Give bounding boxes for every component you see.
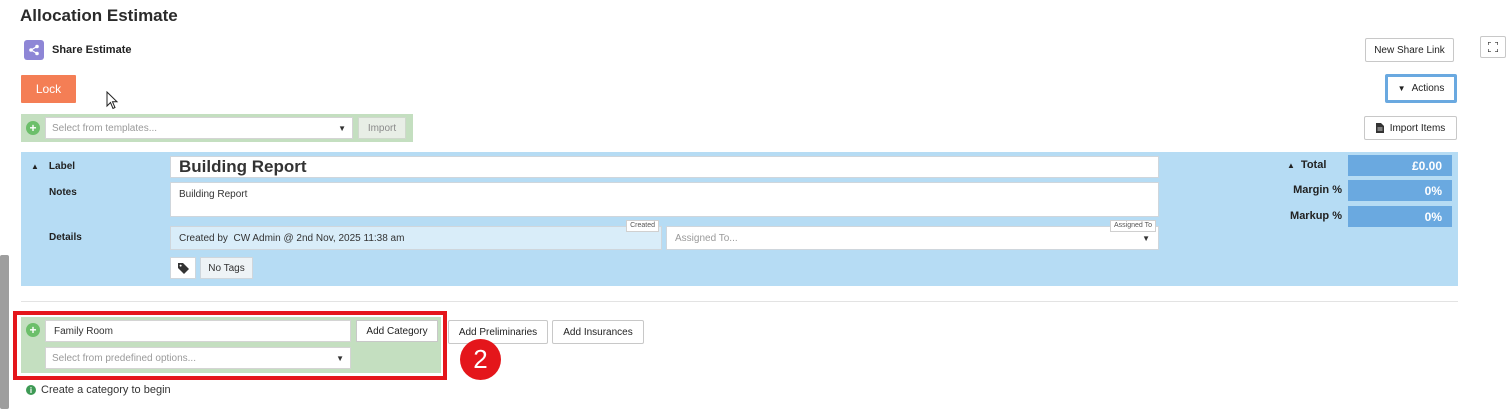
estimate-info-panel: ▲ Label Notes Details Building Report Bui… <box>21 152 1458 286</box>
total-label: Total <box>1300 159 1327 171</box>
page-title: Allocation Estimate <box>20 6 178 25</box>
fullscreen-icon <box>1488 42 1498 52</box>
add-insurances-button[interactable]: Add Insurances <box>552 320 644 344</box>
template-bar: + Select from templates... ▼ Import <box>21 114 413 142</box>
tag-button[interactable] <box>170 257 196 279</box>
import-items-label: Import Items <box>1389 122 1446 134</box>
notes-textarea[interactable]: Building Report <box>170 182 1159 217</box>
created-tag: Created <box>626 220 659 232</box>
no-tags-label: No Tags <box>200 257 253 279</box>
share-estimate-row[interactable]: Share Estimate <box>24 40 131 60</box>
markup-label: Markup % <box>1290 210 1342 222</box>
caret-up-icon: ▲ <box>1287 161 1295 170</box>
category-hint: i Create a category to begin <box>26 384 171 396</box>
total-value: £0.00 <box>1348 155 1452 176</box>
import-template-button[interactable]: Import <box>358 117 406 139</box>
assigned-to-tag: Assigned To <box>1109 220 1156 232</box>
margin-label: Margin % <box>1293 184 1342 196</box>
notes-caption: Notes <box>49 187 77 198</box>
collapse-label-row[interactable]: ▲ Label <box>31 161 75 172</box>
caret-up-icon: ▲ <box>31 162 39 171</box>
caret-down-icon: ▼ <box>1397 84 1406 93</box>
category-hint-text: Create a category to begin <box>41 384 171 396</box>
label-caption: Label <box>48 161 76 172</box>
template-select[interactable]: Select from templates... ▼ <box>45 117 353 139</box>
share-estimate-label: Share Estimate <box>52 44 132 56</box>
total-label-row[interactable]: ▲ Total <box>1287 159 1326 171</box>
scrollbar[interactable] <box>0 255 9 409</box>
assigned-to-select[interactable]: Assigned To Assigned To... ▼ <box>666 220 1159 250</box>
document-icon <box>1375 123 1384 133</box>
divider <box>21 301 1458 302</box>
lock-button[interactable]: Lock <box>21 75 76 103</box>
share-icon <box>24 40 44 60</box>
assigned-to-placeholder: Assigned To... <box>675 232 738 244</box>
chevron-down-icon: ▼ <box>1142 233 1150 243</box>
fullscreen-button[interactable] <box>1480 36 1506 58</box>
template-select-placeholder: Select from templates... <box>52 122 158 134</box>
actions-dropdown-button[interactable]: ▼ Actions <box>1385 74 1457 103</box>
markup-value: 0% <box>1348 206 1452 227</box>
step-number-badge: 2 <box>460 339 501 380</box>
add-preliminaries-button[interactable]: Add Preliminaries <box>448 320 548 344</box>
chevron-down-icon: ▼ <box>338 123 346 133</box>
margin-value: 0% <box>1348 180 1452 201</box>
info-icon: i <box>26 385 36 395</box>
created-text: Created by CW Admin @ 2nd Nov, 2025 11:3… <box>179 232 405 244</box>
new-share-link-button[interactable]: New Share Link <box>1365 38 1454 62</box>
mouse-cursor-icon <box>106 91 119 110</box>
add-template-icon[interactable]: + <box>26 121 40 135</box>
label-input[interactable]: Building Report <box>170 156 1159 178</box>
import-items-button[interactable]: Import Items <box>1364 116 1457 140</box>
highlight-box <box>13 311 447 380</box>
details-caption: Details <box>49 232 82 243</box>
created-field: Created Created by CW Admin @ 2nd Nov, 2… <box>170 220 662 250</box>
tag-icon <box>177 262 189 274</box>
actions-label: Actions <box>1411 83 1445 94</box>
